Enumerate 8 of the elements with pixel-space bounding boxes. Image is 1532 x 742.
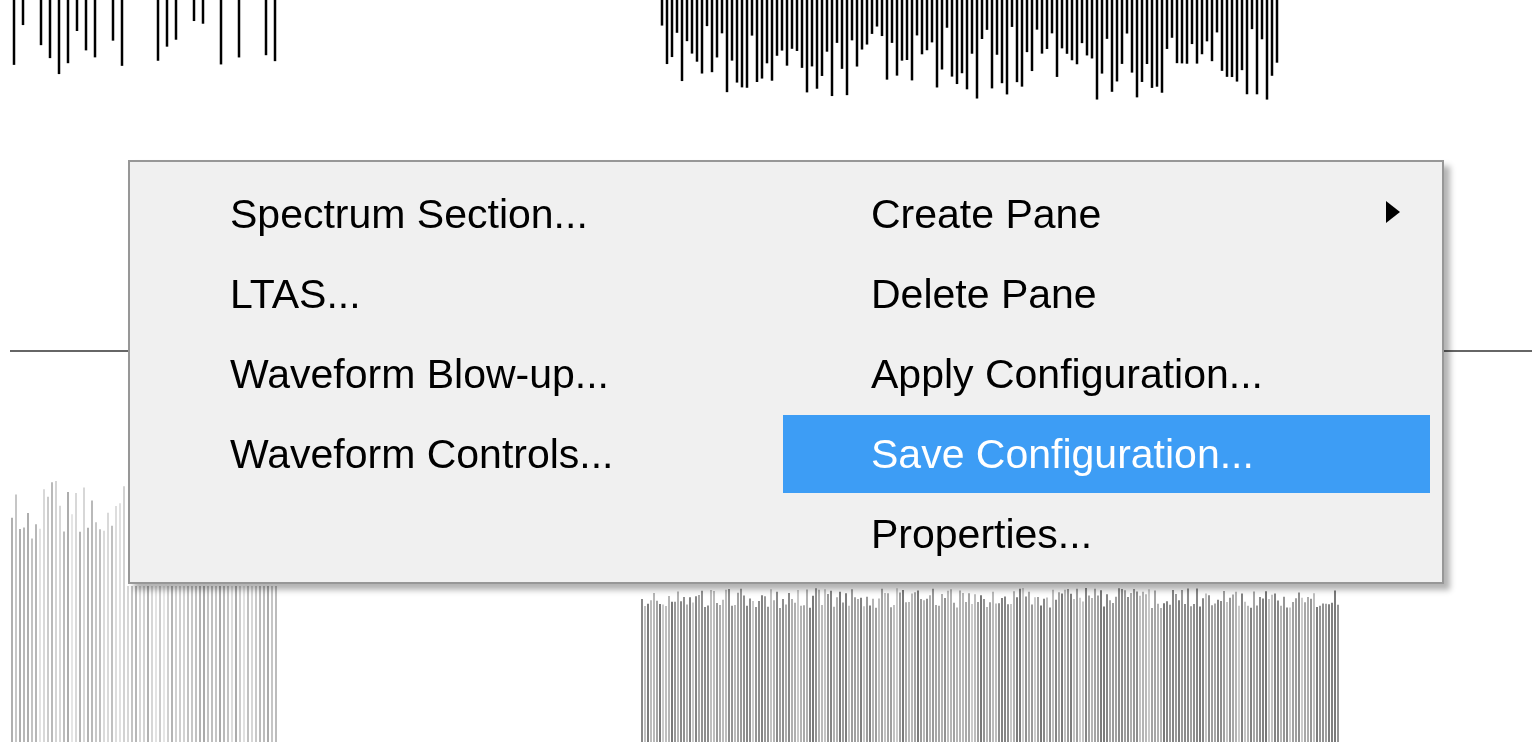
menu-item[interactable]: Apply Configuration...	[783, 335, 1430, 413]
menu-item[interactable]: LTAS...	[142, 255, 783, 333]
menu-item[interactable]: Create Pane	[783, 175, 1430, 253]
menu-item[interactable]: Waveform Blow-up...	[142, 335, 783, 413]
menu-item[interactable]: Properties...	[783, 495, 1430, 573]
menu-item[interactable]: Delete Pane	[783, 255, 1430, 333]
menu-item[interactable]: Waveform Controls...	[142, 415, 783, 493]
menu-item[interactable]: Spectrum Section...	[142, 175, 783, 253]
